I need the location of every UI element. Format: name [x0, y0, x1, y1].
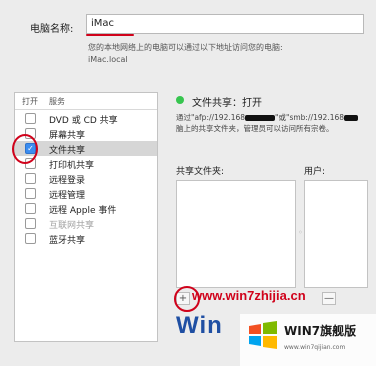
description-line-1: 通过"afp://192.168 "或"smb://192.168 [176, 112, 368, 123]
description-line-2: 脑上的共享文件夹，管理员可以访问所有宗卷。 [176, 124, 334, 133]
redacted-block [344, 115, 359, 121]
service-label: 远程管理 [49, 191, 86, 201]
service-checkbox[interactable] [25, 218, 36, 229]
status-title: 文件共享：打开 [192, 98, 262, 109]
service-row-remote-management[interactable]: 远程管理 [15, 186, 157, 201]
service-row-internet-sharing[interactable]: 互联网共享 [15, 216, 157, 231]
service-label: 蓝牙共享 [49, 236, 86, 246]
computer-name-input[interactable]: iMac [86, 14, 364, 34]
windows-logo-icon [249, 321, 277, 349]
shared-folders-list[interactable] [176, 180, 296, 288]
service-label: 打印机共享 [49, 161, 95, 171]
description-part-a: 通过"afp://192.168 [176, 113, 246, 122]
service-checkbox[interactable] [25, 173, 36, 184]
services-list-header: 打开 服务 [15, 93, 157, 110]
users-list[interactable] [304, 180, 368, 288]
service-row-dvd[interactable]: DVD 或 CD 共享 [15, 111, 157, 126]
computer-name-label: 电脑名称: [30, 24, 74, 35]
hint-line-1: 您的本地网络上的电脑可以通过以下地址访问您的电脑: [88, 43, 283, 52]
service-row-remote-login[interactable]: 远程登录 [15, 171, 157, 186]
service-checkbox[interactable] [25, 233, 36, 244]
redacted-block [245, 115, 276, 121]
service-label: 互联网共享 [49, 221, 95, 231]
status-dot-icon [176, 96, 184, 104]
red-annotation-underline [86, 34, 134, 36]
hint-line-2: iMac.local [88, 55, 128, 64]
logo-title: WIN7旗舰版 [284, 324, 357, 338]
status-description: 通过"afp://192.168 "或"smb://192.168 脑上的共享文件… [176, 112, 368, 134]
service-label: 文件共享 [49, 146, 86, 156]
service-row-remote-apple-events[interactable]: 远程 Apple 事件 [15, 201, 157, 216]
description-part-b: "或"smb://192.168 [275, 113, 345, 122]
shared-folders-label: 共享文件夹: [176, 167, 225, 177]
service-checkbox[interactable] [25, 203, 36, 214]
red-annotation-circle [12, 134, 38, 164]
service-checkbox[interactable] [25, 113, 36, 124]
services-list: 打开 服务 DVD 或 CD 共享 屏幕共享 ✓ 文件共享 打印机共享 远程登录… [14, 92, 158, 342]
users-label: 用户: [304, 167, 326, 177]
split-handle[interactable]: ◦ [298, 228, 303, 237]
service-row-printer-sharing[interactable]: 打印机共享 [15, 156, 157, 171]
watermark-url: www.win7zhijia.cn [192, 288, 306, 303]
column-service: 服务 [49, 97, 65, 106]
watermark-brand: Win [176, 312, 223, 339]
service-label: 远程登录 [49, 176, 86, 186]
computer-name-hint: 您的本地网络上的电脑可以通过以下地址访问您的电脑: iMac.local [88, 42, 283, 66]
service-label: 屏幕共享 [49, 131, 86, 141]
service-row-bluetooth-sharing[interactable]: 蓝牙共享 [15, 231, 157, 246]
service-row-screen-sharing[interactable]: 屏幕共享 [15, 126, 157, 141]
remove-user-button[interactable]: — [322, 292, 336, 305]
column-on: 打开 [22, 97, 38, 106]
logo-url: www.win7qijian.com [284, 344, 346, 351]
service-label: DVD 或 CD 共享 [49, 116, 118, 126]
service-label: 远程 Apple 事件 [49, 206, 117, 216]
service-checkbox[interactable] [25, 188, 36, 199]
